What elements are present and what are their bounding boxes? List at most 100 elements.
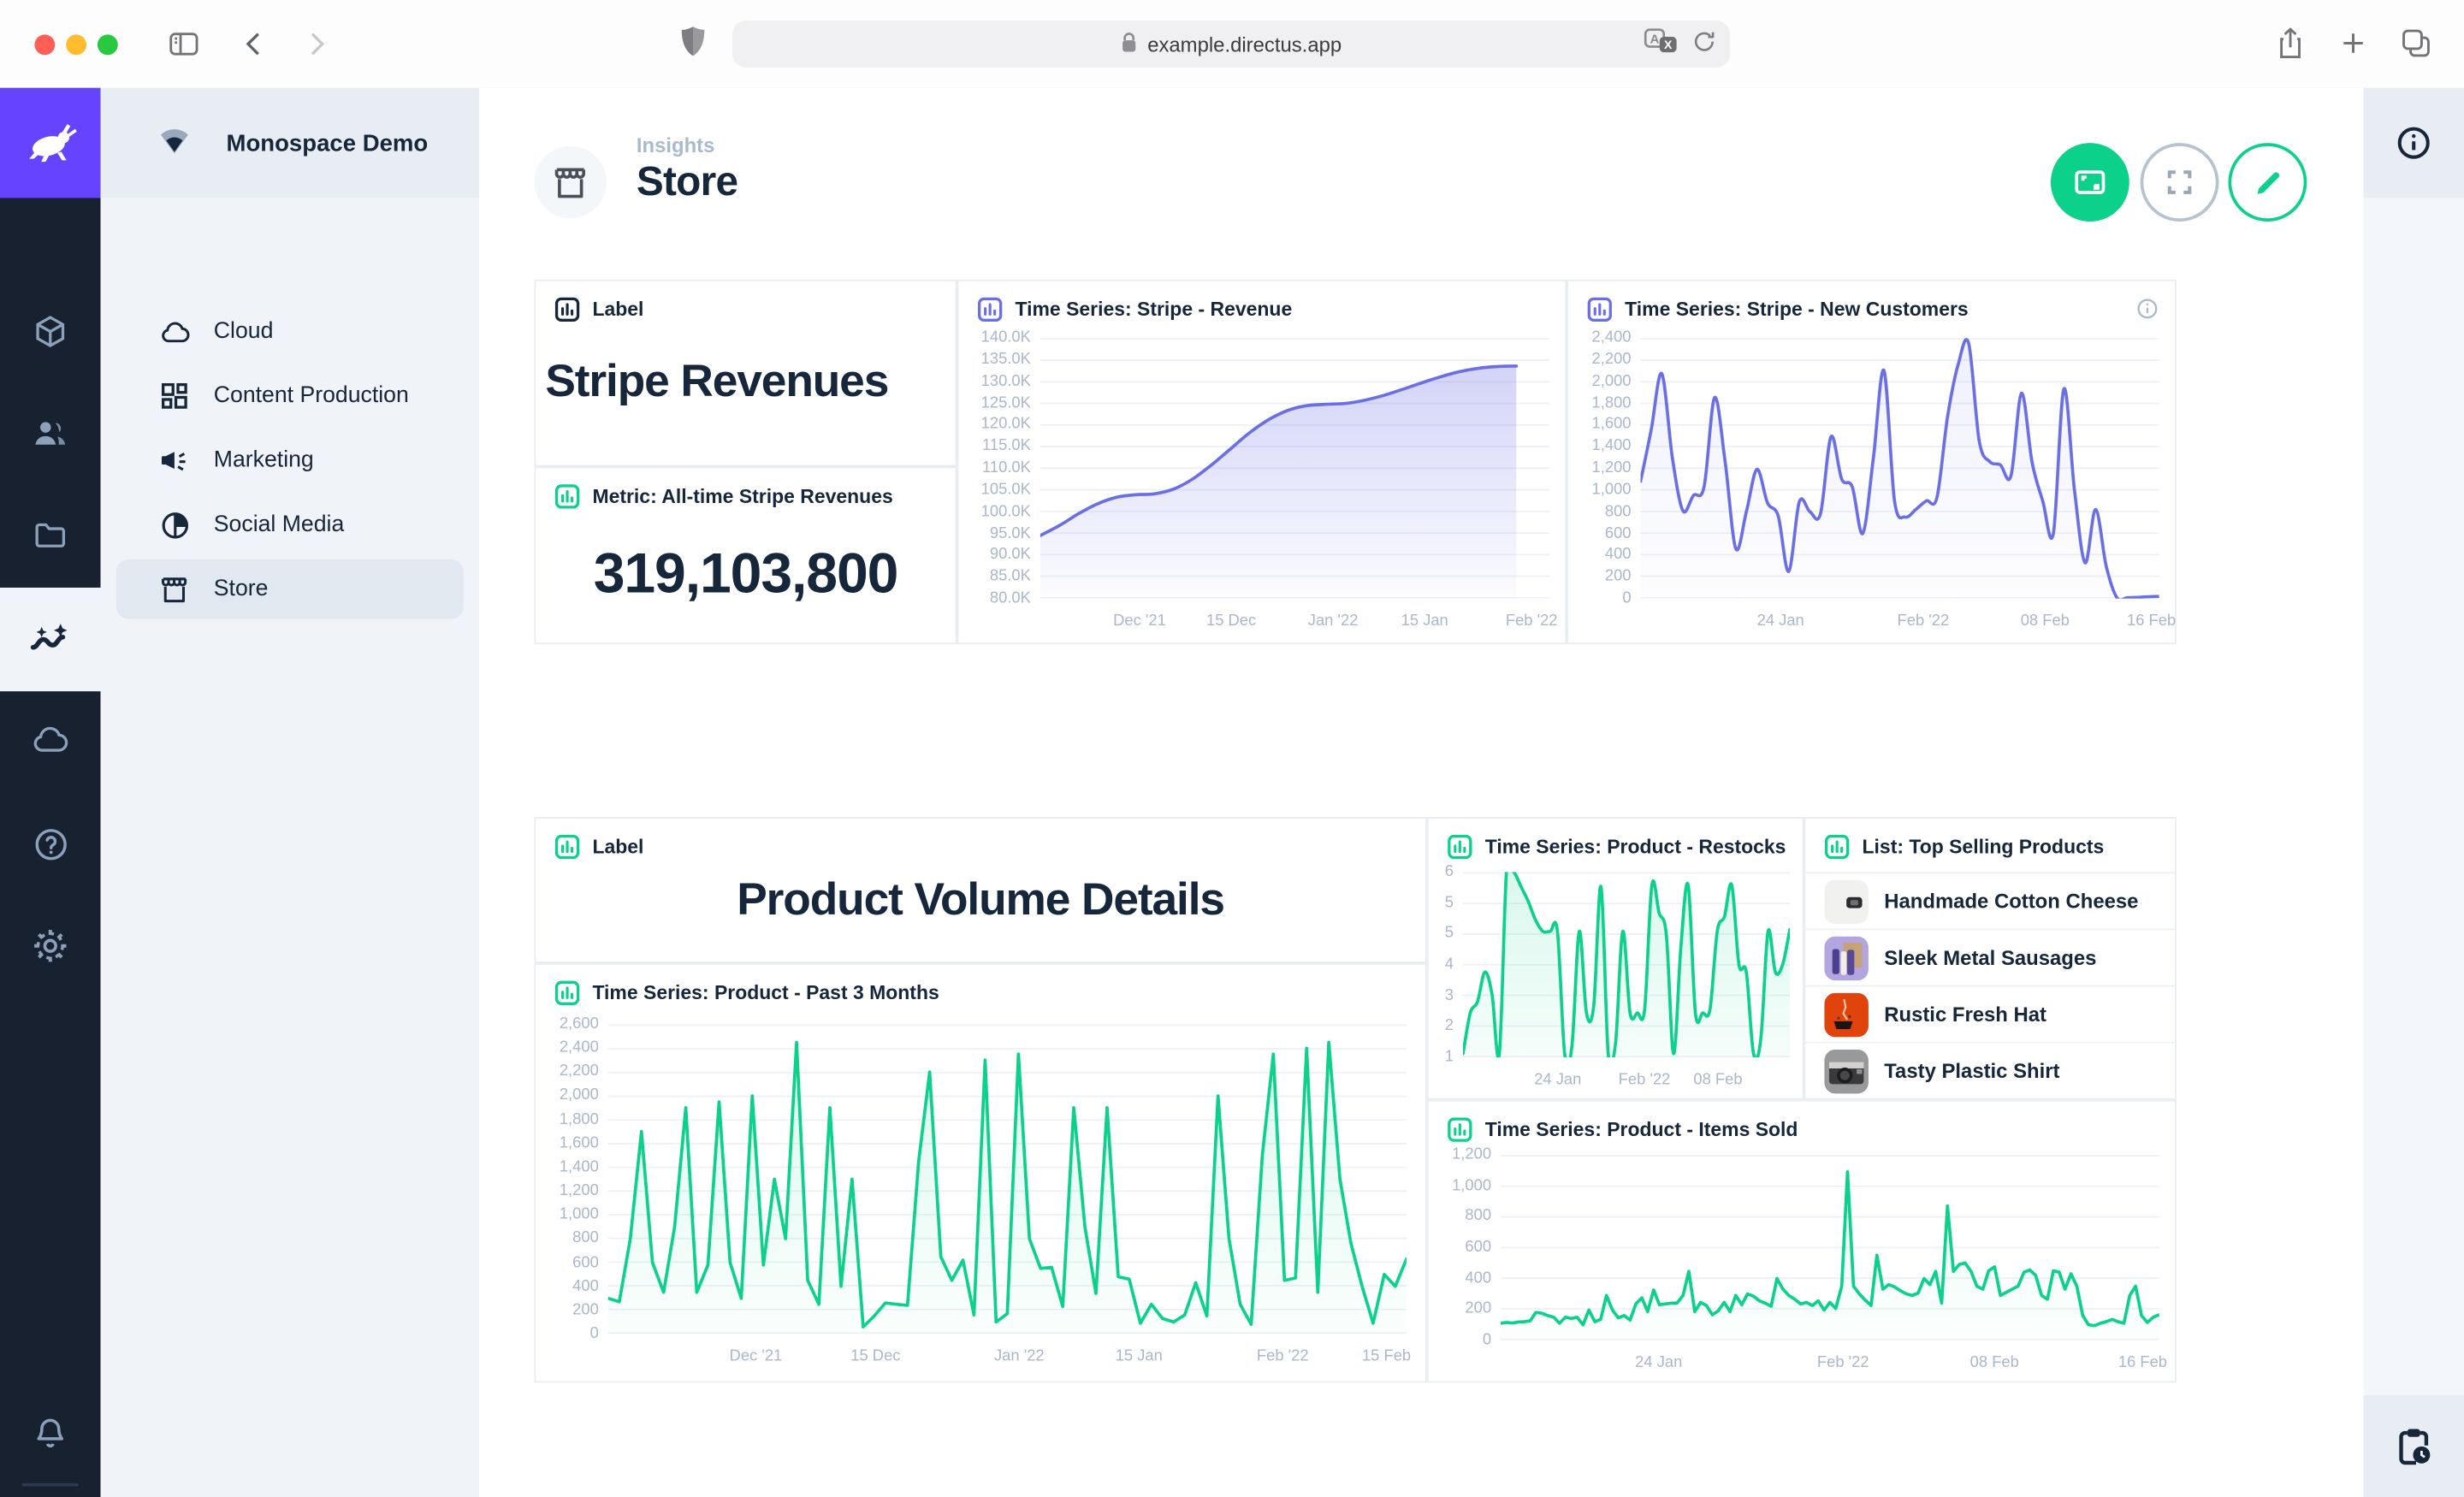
panel-title: Time Series: Stripe - New Customers <box>1625 299 1968 321</box>
fullscreen-button[interactable] <box>2141 143 2219 222</box>
edit-button[interactable] <box>2228 143 2307 222</box>
reload-icon[interactable] <box>1691 28 1717 60</box>
sidebar-item-content-production[interactable]: Content Production <box>116 366 464 426</box>
stripe-revenue-chart: 140.0K135.0K130.0K125.0K120.0K115.0K110.… <box>968 338 1549 599</box>
panel-title: Label <box>592 299 643 321</box>
sidebar-item-label: Marketing <box>214 447 314 472</box>
screen: example.directus.app AX <box>0 0 2464 1497</box>
panel-label-product: Label Product Volume Details <box>534 817 1426 963</box>
list-item[interactable]: Tasty Plastic Shirt <box>1805 1042 2175 1098</box>
forward-icon[interactable] <box>299 27 333 61</box>
panel-title: Time Series: Stripe - Revenue <box>1016 299 1293 321</box>
panel-product-restocks: Time Series: Product - Restocks 65543212… <box>1427 817 1804 1100</box>
sidebar-item-cloud[interactable]: Cloud <box>116 302 464 362</box>
panel-type-icon <box>1448 1117 1472 1142</box>
right-sidebar <box>2363 88 2464 1497</box>
product-name: Handmade Cotton Cheese <box>1884 890 2138 914</box>
product-restocks-chart: 655432124 JanFeb '2208 Feb <box>1438 872 1790 1057</box>
users-icon[interactable] <box>0 399 101 469</box>
label-text: Stripe Revenues <box>545 357 955 409</box>
url-bar[interactable]: example.directus.app AX <box>732 21 1730 68</box>
info-icon[interactable] <box>2135 297 2159 328</box>
signal-icon <box>157 123 192 163</box>
sidebar-item-label: Content Production <box>214 383 409 408</box>
minimize-window-button[interactable] <box>66 33 86 54</box>
url-text: example.directus.app <box>1147 33 1342 56</box>
product-name: Rustic Fresh Hat <box>1884 1003 2046 1027</box>
panel-type-icon <box>554 980 579 1005</box>
product-thumbnail <box>1824 992 1868 1036</box>
zoom-window-button[interactable] <box>98 33 118 54</box>
sidebar: Monospace Demo Cloud Content Production … <box>101 88 480 1497</box>
panel-stripe-new-customers: Time Series: Stripe - New Customers 2,40… <box>1567 280 2177 644</box>
panel-top-selling-products: List: Top Selling Products Handmade Cott… <box>1804 817 2177 1100</box>
share-icon[interactable] <box>2274 25 2307 61</box>
folder-icon[interactable] <box>0 501 101 571</box>
panel-title: Time Series: Product - Past 3 Months <box>592 982 939 1004</box>
panel-type-icon <box>554 484 579 509</box>
sidebar-item-label: Store <box>214 577 269 601</box>
module-bar-divider <box>22 1483 79 1487</box>
close-window-button[interactable] <box>34 33 55 54</box>
panel-type-icon <box>554 297 579 322</box>
panel-type-icon <box>1587 297 1612 322</box>
panel-metric: Metric: All-time Stripe Revenues 319,103… <box>534 467 957 645</box>
panel-type-icon <box>1824 834 1849 859</box>
svg-text:X: X <box>1664 37 1673 50</box>
page-title: Store <box>637 157 737 206</box>
list-item[interactable]: Handmade Cotton Cheese <box>1805 872 2175 928</box>
product-thumbnail <box>1824 936 1868 979</box>
panel-type-icon <box>977 297 1002 322</box>
lock-icon <box>1121 31 1138 57</box>
list-item[interactable]: Sleek Metal Sausages <box>1805 929 2175 985</box>
bell-icon[interactable] <box>0 1399 101 1468</box>
dashboard-grid-icon <box>157 382 192 410</box>
stripe-new-customers-chart: 2,4002,2002,0001,8001,6001,4001,2001,000… <box>1578 338 2159 599</box>
panel-type-icon <box>1448 834 1472 859</box>
sidebar-item-store[interactable]: Store <box>116 559 464 619</box>
panel-stripe-revenue: Time Series: Stripe - Revenue 140.0K135.… <box>957 280 1567 644</box>
panel-title: Time Series: Product - Restocks <box>1485 836 1786 858</box>
product-thumbnail <box>1824 879 1868 923</box>
panel-product-past-3-months: Time Series: Product - Past 3 Months 2,6… <box>534 963 1426 1382</box>
present-mode-button[interactable] <box>2051 143 2129 222</box>
main-content: Insights Store Label Stripe Revenues <box>479 88 2363 1497</box>
product-thumbnail <box>1824 1049 1868 1092</box>
storefront-icon <box>157 574 192 604</box>
help-icon[interactable] <box>0 809 101 879</box>
sidebar-item-label: Cloud <box>214 319 274 344</box>
product-name: Sleek Metal Sausages <box>1884 946 2096 970</box>
panel-label-stripe: Label Stripe Revenues <box>534 280 957 467</box>
product-items-sold-chart: 1,2001,000800600400200024 JanFeb '2208 F… <box>1438 1155 2159 1340</box>
pie-circle-icon <box>157 510 192 540</box>
product-past-3-months-chart: 2,6002,4002,2002,0001,8001,6001,4001,200… <box>545 1025 1407 1334</box>
new-tab-icon[interactable] <box>2337 27 2370 60</box>
sidebar-item-marketing[interactable]: Marketing <box>116 430 464 490</box>
cloud-icon[interactable] <box>0 706 101 775</box>
insights-icon[interactable] <box>0 588 101 691</box>
breadcrumb[interactable]: Insights <box>637 133 715 157</box>
activity-clipboard-icon[interactable] <box>2363 1395 2464 1497</box>
shield-icon[interactable] <box>678 25 709 61</box>
rabbit-logo-icon[interactable] <box>0 88 101 198</box>
megaphone-icon <box>157 447 192 475</box>
panel-title: Label <box>592 836 643 858</box>
sidebar-toggle-icon[interactable] <box>167 27 201 61</box>
svg-text:A: A <box>1650 32 1660 45</box>
project-header[interactable]: Monospace Demo <box>101 88 480 198</box>
sidebar-item-social-media[interactable]: Social Media <box>116 495 464 555</box>
page-icon-storefront[interactable] <box>534 146 606 218</box>
sidebar-item-label: Social Media <box>214 512 344 537</box>
tab-overview-icon[interactable] <box>2400 27 2433 60</box>
module-bar <box>0 88 101 1497</box>
panel-type-icon <box>554 834 579 859</box>
box-icon[interactable] <box>0 297 101 366</box>
panel-title: Time Series: Product - Items Sold <box>1485 1119 1798 1141</box>
translate-icon[interactable]: AX <box>1644 27 1678 61</box>
info-icon[interactable] <box>2363 88 2464 198</box>
settings-icon[interactable] <box>0 911 101 980</box>
label-text: Product Volume Details <box>536 875 1425 927</box>
back-icon[interactable] <box>237 27 271 61</box>
list-item[interactable]: Rustic Fresh Hat <box>1805 985 2175 1042</box>
product-name: Tasty Plastic Shirt <box>1884 1059 2059 1083</box>
